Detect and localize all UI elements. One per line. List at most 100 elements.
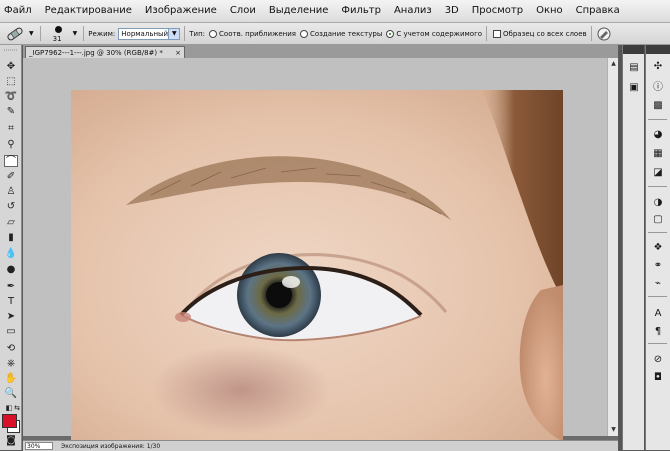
channels-icon[interactable]: ⚭ xyxy=(651,259,665,273)
canvas[interactable] xyxy=(23,58,607,442)
navigator-icon[interactable]: ✣ xyxy=(651,60,665,74)
quick-mask-icon[interactable]: ◙ xyxy=(4,435,18,447)
menu-image[interactable]: Изображение xyxy=(139,0,224,22)
blur-icon[interactable]: 💧 xyxy=(4,248,18,260)
move-icon[interactable]: ✥ xyxy=(4,61,18,73)
mode-select[interactable]: Нормальный ▼ xyxy=(118,27,181,40)
menu-analysis[interactable]: Анализ xyxy=(388,0,439,22)
divider xyxy=(648,343,667,344)
divider xyxy=(648,296,667,297)
eraser-icon[interactable]: ▱ xyxy=(4,217,18,229)
gradient-icon[interactable]: ▮ xyxy=(4,232,18,244)
crop-icon[interactable]: ⌗ xyxy=(4,123,18,135)
quick-select-icon[interactable]: ✎ xyxy=(4,106,18,118)
swap-colors-icon[interactable]: ⇆ xyxy=(10,402,24,414)
masks-icon[interactable]: ▢ xyxy=(651,213,665,227)
divider xyxy=(648,186,667,187)
mode-label: Режим: xyxy=(88,29,116,38)
document-tab-title: _IGP7962---1---.jpg @ 30% (RGB/8#) * xyxy=(29,49,163,57)
histogram-icon[interactable]: ▩ xyxy=(651,99,665,113)
menu-select[interactable]: Выделение xyxy=(263,0,336,22)
path-select-icon[interactable]: ➤ xyxy=(4,311,18,323)
sample-all-layers-checkbox[interactable] xyxy=(493,29,502,38)
chevron-down-icon[interactable]: ▼ xyxy=(73,30,78,37)
brush-size-value: 31 xyxy=(52,34,62,43)
dock-header xyxy=(623,45,644,54)
clone-stamp-icon[interactable]: ♙ xyxy=(4,186,18,198)
divider xyxy=(184,26,186,41)
swatches-icon[interactable]: ▦ xyxy=(651,147,665,161)
menu-bar: Файл Редактирование Изображение Слои Выд… xyxy=(0,0,670,23)
pressure-size-icon[interactable] xyxy=(596,26,612,42)
brush-picker[interactable]: 31 xyxy=(45,24,71,44)
tool-preset-picker[interactable] xyxy=(3,25,27,43)
character-icon[interactable]: A xyxy=(651,307,665,321)
styles-icon[interactable]: ◪ xyxy=(651,166,665,180)
lasso-icon[interactable]: ➰ xyxy=(4,91,18,103)
radio-content-aware-label[interactable]: С учетом содержимого xyxy=(396,30,482,38)
radio-create-texture[interactable] xyxy=(300,29,309,38)
document-tab[interactable]: _IGP7962---1---.jpg @ 30% (RGB/8#) * × xyxy=(25,46,185,58)
bandage-icon xyxy=(7,27,23,40)
panel-column-right: ✣ ⓘ ▩ ◕ ▦ ◪ ◑ ▢ ❖ ⚭ ⌁ A ¶ ⊘ ◘ xyxy=(645,45,670,450)
panel-column-left: ▤ ▣ xyxy=(622,45,644,450)
menu-layers[interactable]: Слои xyxy=(224,0,263,22)
vertical-scrollbar[interactable]: ▲ ▼ xyxy=(607,58,618,436)
actions-icon[interactable]: ▣ xyxy=(627,81,641,95)
chevron-down-icon: ▼ xyxy=(168,28,180,39)
divider xyxy=(590,26,592,41)
document-tabs: _IGP7962---1---.jpg @ 30% (RGB/8#) * × xyxy=(23,45,618,58)
menu-3d[interactable]: 3D xyxy=(439,0,466,22)
info-icon[interactable]: ⓘ xyxy=(651,81,665,95)
document-window: _IGP7962---1---.jpg @ 30% (RGB/8#) * × ▲… xyxy=(23,45,618,451)
scroll-down-icon[interactable]: ▼ xyxy=(609,425,618,434)
radio-proximity-match-label[interactable]: Соотв. приближения xyxy=(219,30,296,38)
color-icon[interactable]: ◕ xyxy=(651,128,665,142)
menu-view[interactable]: Просмотр xyxy=(466,0,530,22)
status-info: Экспозиция изображения: 1/30 xyxy=(61,442,161,450)
type-label: Тип: xyxy=(189,29,206,38)
radio-content-aware[interactable] xyxy=(386,29,395,38)
brush-icon[interactable]: ✐ xyxy=(4,171,18,183)
menu-window[interactable]: Окно xyxy=(530,0,570,22)
dodge-icon[interactable]: ● xyxy=(4,264,18,276)
status-bar: 30% Экспозиция изображения: 1/30 xyxy=(23,440,618,451)
3d-rotate-icon[interactable]: ⟲ xyxy=(4,343,18,355)
options-bar: ▼ 31 ▼ Режим: Нормальный ▼ Тип: Соотв. п… xyxy=(0,23,670,45)
layers-icon[interactable]: ❖ xyxy=(651,241,665,255)
hand-icon[interactable]: ✋ xyxy=(4,373,18,385)
paths-icon[interactable]: ⌁ xyxy=(651,277,665,291)
foreground-color-swatch[interactable] xyxy=(2,414,17,428)
3d-orbit-icon[interactable]: ⎈ xyxy=(4,358,18,370)
scroll-up-icon[interactable]: ▲ xyxy=(609,59,618,68)
history-brush-icon[interactable]: ↺ xyxy=(4,201,18,213)
radio-create-texture-label[interactable]: Создание текстуры xyxy=(310,30,382,38)
brushes-icon[interactable]: ◘ xyxy=(651,371,665,385)
menu-edit[interactable]: Редактирование xyxy=(39,0,139,22)
clone-source-icon[interactable]: ⊘ xyxy=(651,353,665,367)
menu-help[interactable]: Справка xyxy=(570,0,627,22)
zoom-icon[interactable]: 🔍 xyxy=(4,388,18,400)
brush-tip-icon xyxy=(54,25,62,33)
zoom-field[interactable]: 30% xyxy=(25,442,53,450)
paragraph-icon[interactable]: ¶ xyxy=(651,325,665,339)
spot-healing-icon[interactable]: ⌒ xyxy=(4,155,18,167)
eye-photo[interactable] xyxy=(71,90,563,442)
adjustments-icon[interactable]: ◑ xyxy=(651,196,665,210)
menu-file[interactable]: Файл xyxy=(0,0,39,22)
chevron-down-icon[interactable]: ▼ xyxy=(29,30,34,37)
divider xyxy=(648,119,667,120)
radio-proximity-match[interactable] xyxy=(209,29,218,38)
type-icon[interactable]: T xyxy=(4,296,18,308)
divider xyxy=(83,26,85,41)
history-icon[interactable]: ▤ xyxy=(627,61,641,75)
panel-grip-icon[interactable] xyxy=(0,47,22,53)
sample-all-layers-label[interactable]: Образец со всех слоев xyxy=(503,30,587,38)
divider xyxy=(39,26,41,41)
dock-header xyxy=(646,45,670,54)
menu-filter[interactable]: Фильтр xyxy=(335,0,388,22)
marquee-icon[interactable]: ⬚ xyxy=(4,76,18,88)
shape-icon[interactable]: ▭ xyxy=(4,326,18,338)
eyedropper-icon[interactable]: ⚲ xyxy=(4,139,18,151)
pen-icon[interactable]: ✒ xyxy=(4,281,18,293)
